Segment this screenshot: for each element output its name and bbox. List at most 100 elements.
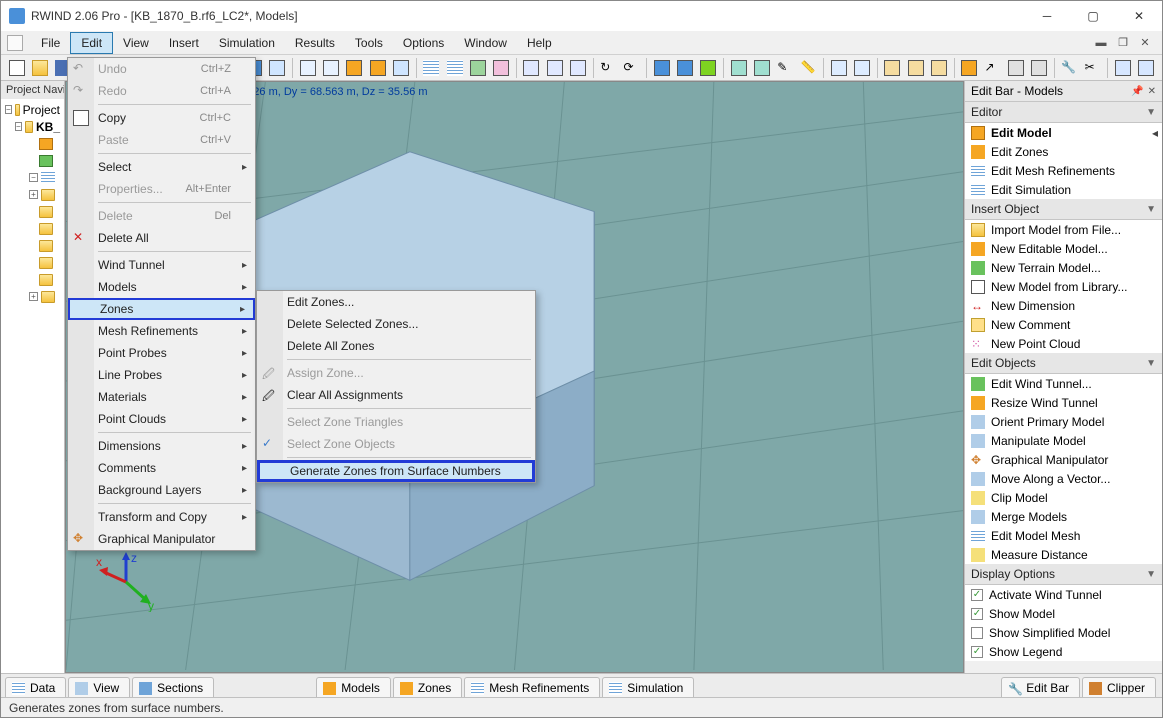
tb-measure[interactable]: 📏 [798,57,819,79]
tab-models[interactable]: Models [316,677,391,697]
tb-cube-r[interactable] [959,57,980,79]
tb-cube3[interactable] [698,57,719,79]
edit-wind-tunnel[interactable]: Wind Tunnel▸ [68,254,255,276]
mdi-restore-icon[interactable]: ❐ [1116,36,1130,50]
tb-scissors[interactable]: ✂ [1082,57,1103,79]
disp-show-model[interactable]: ✓Show Model [965,604,1162,623]
tb-opt2[interactable] [1136,57,1157,79]
tab-clipper[interactable]: Clipper [1082,677,1156,697]
tree-item[interactable] [1,135,64,152]
edit-bg-layers[interactable]: Background Layers▸ [68,479,255,501]
edit-models[interactable]: Models▸ [68,276,255,298]
eo-gmanip[interactable]: ✥Graphical Manipulator [965,450,1162,469]
edit-copy[interactable]: CopyCtrl+C [68,107,255,129]
edit-properties[interactable]: Properties...Alt+Enter [68,178,255,200]
tb-open[interactable] [29,57,50,79]
zones-sel-tri[interactable]: Select Zone Triangles [257,411,535,433]
zones-sel-obj[interactable]: ✓Select Zone Objects [257,433,535,455]
edit-mesh[interactable]: Mesh Refinements▸ [68,320,255,342]
tree-root[interactable]: −Project [1,101,64,118]
tb-8[interactable] [267,57,288,79]
eo-wind-tunnel[interactable]: Edit Wind Tunnel... [965,374,1162,393]
tree-item[interactable]: − [1,169,64,186]
insert-point-cloud[interactable]: ⁙New Point Cloud [965,334,1162,353]
tb-cube2[interactable] [674,57,695,79]
maximize-button[interactable]: ▢ [1070,1,1116,31]
tb-pencil[interactable]: ✎ [775,57,796,79]
checkbox-icon[interactable]: ✓ [971,646,983,658]
edit-point-clouds[interactable]: Point Clouds▸ [68,408,255,430]
tb-r1[interactable] [1005,57,1026,79]
tab-data[interactable]: Data [5,677,66,697]
tab-sections[interactable]: Sections [132,677,214,697]
tb-grid2[interactable] [444,57,465,79]
mdi-close-icon[interactable]: ✕ [1138,36,1152,50]
edit-paste[interactable]: PasteCtrl+V [68,129,255,151]
tb-refresh2[interactable]: ⟳ [621,57,642,79]
insert-import[interactable]: Import Model from File... [965,220,1162,239]
mdi-minimize-icon[interactable]: ▬ [1094,36,1108,50]
tb-opt1[interactable] [1112,57,1133,79]
tb-a2[interactable] [544,57,565,79]
tree-item[interactable]: + [1,186,64,203]
edit-redo[interactable]: ↷RedoCtrl+A [68,80,255,102]
tb-box2[interactable] [320,57,341,79]
edit-delete-all[interactable]: ✕Delete All [68,227,255,249]
panel-close-icon[interactable]: ✕ [1148,86,1156,97]
tb-cube1[interactable] [651,57,672,79]
editor-item-mesh[interactable]: Edit Mesh Refinements [965,161,1162,180]
tab-view[interactable]: View [68,677,130,697]
zones-assign[interactable]: 🖉Assign Zone... [257,362,535,384]
edit-materials[interactable]: Materials▸ [68,386,255,408]
edit-zones[interactable]: Zones▸ [68,298,255,320]
zones-generate[interactable]: Generate Zones from Surface Numbers [257,460,535,482]
menu-window[interactable]: Window [454,32,517,54]
edit-delete[interactable]: DeleteDel [68,205,255,227]
disp-wind-tunnel[interactable]: ✓Activate Wind Tunnel [965,585,1162,604]
insert-dimension[interactable]: ↔New Dimension [965,296,1162,315]
zones-clear[interactable]: 🖉Clear All Assignments [257,384,535,406]
edit-transform[interactable]: Transform and Copy▸ [68,506,255,528]
tree-item[interactable] [1,271,64,288]
tb-grid3[interactable] [467,57,488,79]
tb-wrench[interactable]: 🔧 [1059,57,1080,79]
tab-zones[interactable]: Zones [393,677,462,697]
eo-measure[interactable]: Measure Distance [965,545,1162,564]
edit-gmanip[interactable]: ✥Graphical Manipulator [68,528,255,550]
editobj-header[interactable]: Edit Objects▼ [965,353,1162,374]
tree-item[interactable] [1,203,64,220]
edit-comments[interactable]: Comments▸ [68,457,255,479]
tb-m3[interactable] [928,57,949,79]
tb-box4[interactable] [367,57,388,79]
tb-r2[interactable] [1028,57,1049,79]
zones-del-all[interactable]: Delete All Zones [257,335,535,357]
edit-undo[interactable]: ↶UndoCtrl+Z [68,58,255,80]
tree-item[interactable] [1,237,64,254]
menu-view[interactable]: View [113,32,159,54]
insert-editable[interactable]: New Editable Model... [965,239,1162,258]
tb-m2[interactable] [905,57,926,79]
tb-grid1[interactable] [421,57,442,79]
menu-simulation[interactable]: Simulation [209,32,285,54]
tb-cube4[interactable] [728,57,749,79]
tb-grid4[interactable] [490,57,511,79]
tree-item[interactable] [1,152,64,169]
tree-file[interactable]: −KB_ [1,118,64,135]
tb-box3[interactable] [344,57,365,79]
tree-item[interactable]: + [1,288,64,305]
insert-terrain[interactable]: New Terrain Model... [965,258,1162,277]
tb-m1[interactable] [882,57,903,79]
menu-tools[interactable]: Tools [345,32,393,54]
eo-clip[interactable]: Clip Model [965,488,1162,507]
menu-results[interactable]: Results [285,32,345,54]
tree-item[interactable] [1,254,64,271]
pin-icon[interactable]: 📌 [1131,86,1143,97]
menu-options[interactable]: Options [393,32,454,54]
editor-item-sim[interactable]: Edit Simulation [965,180,1162,199]
checkbox-icon[interactable] [971,627,983,639]
zones-edit[interactable]: Edit Zones... [257,291,535,313]
tb-a3[interactable] [567,57,588,79]
tb-arrow[interactable]: ↗ [982,57,1003,79]
eo-move[interactable]: Move Along a Vector... [965,469,1162,488]
eo-mesh[interactable]: Edit Model Mesh [965,526,1162,545]
